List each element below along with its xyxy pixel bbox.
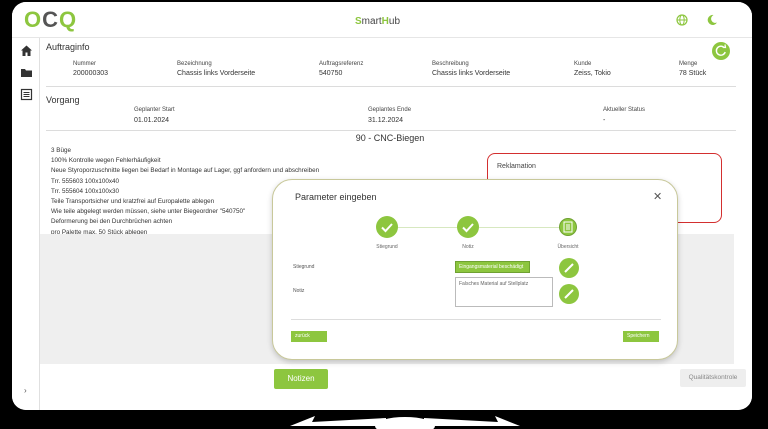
list-icon[interactable]	[20, 88, 33, 101]
customer-value: Zeiss, Tokio	[574, 70, 611, 77]
complaint-label: Reklamation	[497, 163, 536, 170]
planned-start-label: Geplanter Start	[134, 107, 175, 113]
description-label: Beschreibung	[432, 61, 469, 67]
logo-letter-q: Q	[59, 7, 76, 32]
moon-icon[interactable]	[706, 14, 718, 26]
current-status-label: Aktueller Status	[603, 107, 646, 113]
section-divider	[46, 86, 736, 87]
note-field-label: Notiz	[293, 288, 305, 294]
reason-field-label: Stiegrund	[293, 264, 315, 270]
sidebar	[12, 38, 40, 410]
order-number-label: Nummer	[73, 61, 97, 67]
swipe-arrows-icon	[290, 416, 520, 429]
quality-control-button[interactable]: Qualitätskontrole	[680, 369, 746, 387]
folder-icon[interactable]	[20, 66, 33, 79]
step-label-overview: Übersicht	[557, 244, 579, 250]
current-status-value: -	[603, 117, 606, 124]
planned-end-value: 31.12.2024	[368, 117, 404, 124]
refresh-button[interactable]	[712, 42, 730, 60]
quantity-label: Menge	[679, 61, 698, 67]
notes-button[interactable]: Notizen	[274, 369, 328, 389]
refresh-icon	[715, 44, 727, 56]
parameter-modal: Parameter eingeben ✕ Stiegrund Notiz Übe…	[272, 179, 678, 360]
step-note-check-icon[interactable]	[457, 216, 479, 238]
designation-value: Chassis links Vorderseite	[177, 70, 256, 77]
save-button[interactable]: Speichern	[623, 331, 659, 342]
step-overview-icon[interactable]	[559, 218, 577, 236]
logo-letter-o: O	[24, 7, 41, 32]
process-divider	[46, 130, 736, 131]
reason-select[interactable]: Eingangsmaterial beschädigt	[455, 261, 530, 273]
step-label-reason: Stiegrund	[376, 244, 398, 250]
pencil-icon	[564, 289, 574, 299]
globe-icon[interactable]	[676, 14, 688, 26]
modal-divider	[291, 319, 661, 320]
designation-label: Bezeichnung	[177, 61, 212, 67]
back-button[interactable]: zurück	[291, 331, 327, 342]
app-brand: SmartHub	[355, 16, 401, 27]
sidebar-collapse-icon[interactable]: ›	[24, 386, 27, 395]
ocq-logo: O C Q	[24, 7, 76, 32]
operation-title: 90 - CNC-Biegen	[355, 133, 425, 143]
note-textarea[interactable]: Falsches Material auf Stellplatz	[455, 277, 553, 307]
close-icon[interactable]: ✕	[653, 190, 662, 203]
logo-letter-c: C	[42, 7, 58, 32]
instruction-line: 3 Büge	[51, 147, 71, 154]
step-reason-check-icon[interactable]	[376, 216, 398, 238]
stepper-line	[479, 227, 565, 228]
modal-title: Parameter eingeben	[295, 192, 377, 202]
order-number-value: 200000303	[73, 70, 109, 77]
pencil-icon	[564, 263, 574, 273]
planned-end-label: Geplantes Ende	[368, 107, 412, 113]
edit-reason-button[interactable]	[559, 258, 579, 278]
home-icon[interactable]	[20, 44, 33, 57]
order-info-title: Auftraginfo	[46, 42, 90, 52]
step-label-note: Notiz	[462, 244, 474, 250]
planned-start-value: 01.01.2024	[134, 117, 170, 124]
instruction-line: 100% Kontrolle wegen Fehlerhäufigkeit	[51, 157, 161, 165]
description-value: Chassis links Vorderseite	[432, 70, 511, 77]
order-reference-label: Auftragsreferenz	[319, 61, 364, 67]
quantity-value: 78 Stück	[679, 70, 707, 77]
order-reference-value: 540750	[319, 70, 343, 77]
top-bar: O C Q SmartHub	[12, 2, 752, 38]
instruction-line: Neue Styroporzuschnitte liegen bei Bedar…	[51, 167, 320, 175]
customer-label: Kunde	[574, 61, 592, 67]
edit-note-button[interactable]	[559, 284, 579, 304]
process-title: Vorgang	[46, 95, 80, 105]
